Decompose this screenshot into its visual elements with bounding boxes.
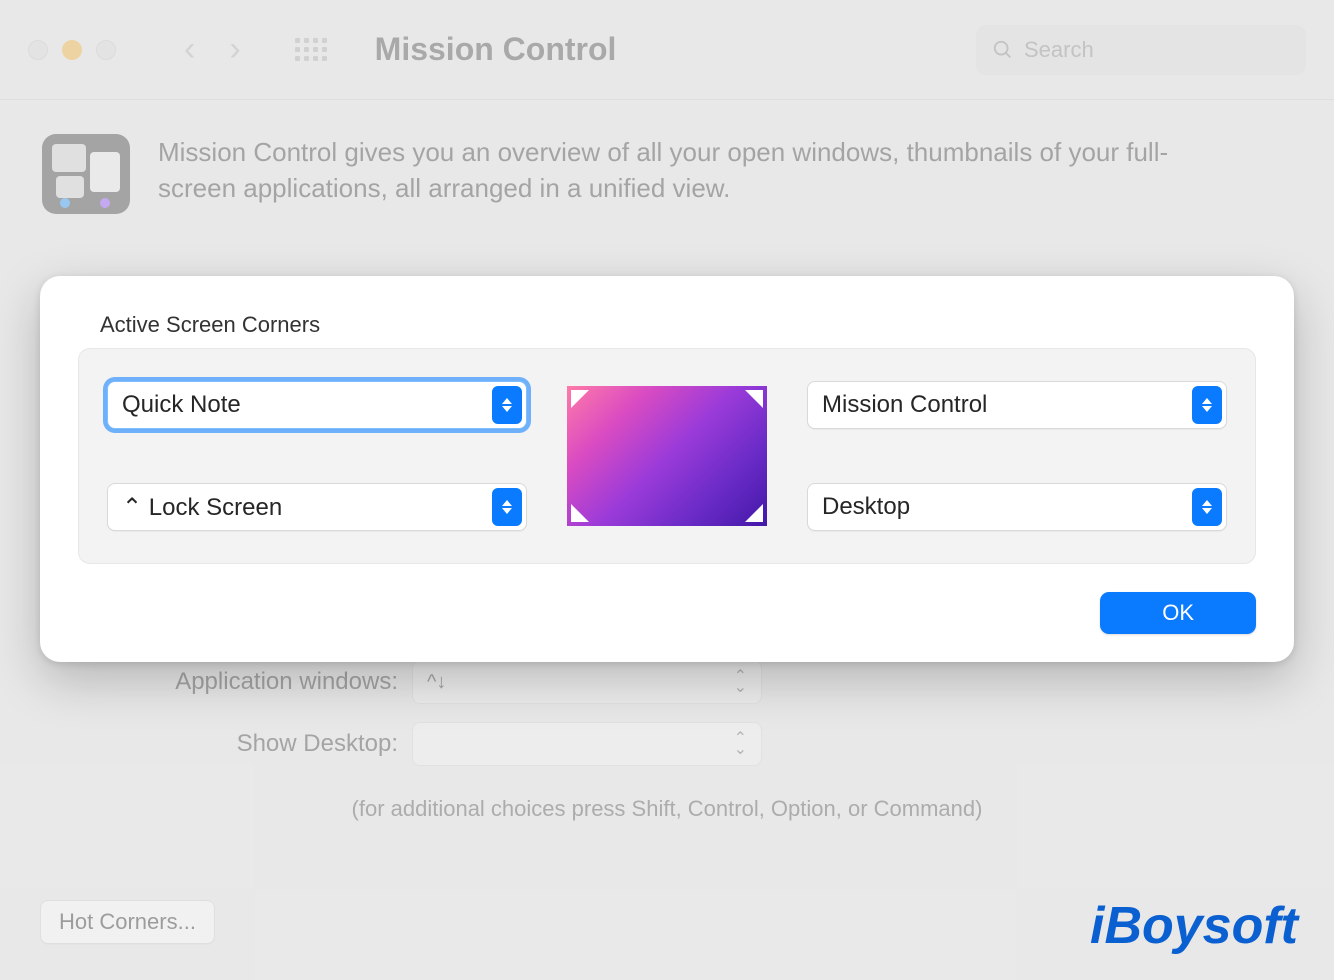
corner-top-left-select[interactable]: Quick Note bbox=[107, 381, 527, 429]
hot-corners-sheet: Active Screen Corners Quick Note Mission… bbox=[40, 276, 1294, 662]
nav-arrows: ‹ › bbox=[184, 30, 241, 69]
search-placeholder: Search bbox=[1024, 37, 1094, 63]
stepper-icon: ⌃⌄ bbox=[734, 671, 747, 693]
label-app-windows: Application windows: bbox=[42, 668, 412, 696]
forward-button[interactable]: › bbox=[229, 30, 240, 69]
screen-preview bbox=[567, 386, 767, 526]
corners-grid: Quick Note Mission Control ⌃ Lock Screen… bbox=[78, 348, 1256, 564]
preferences-window: ‹ › Mission Control Search Mission Contr… bbox=[0, 0, 1334, 980]
window-title: Mission Control bbox=[375, 31, 617, 68]
form-row-app-windows: Application windows: ^↓ ⌃⌄ bbox=[42, 660, 1292, 704]
hint-text: (for additional choices press Shift, Con… bbox=[42, 796, 1292, 822]
corner-top-right-value: Mission Control bbox=[822, 391, 987, 419]
corner-bottom-left-value: ⌃ Lock Screen bbox=[122, 493, 282, 522]
titlebar: ‹ › Mission Control Search bbox=[0, 0, 1334, 100]
header-row: Mission Control gives you an overview of… bbox=[42, 134, 1292, 214]
label-show-desktop: Show Desktop: bbox=[42, 730, 412, 758]
select-app-windows[interactable]: ^↓ ⌃⌄ bbox=[412, 660, 762, 704]
select-show-desktop[interactable]: ⌃⌄ bbox=[412, 722, 762, 766]
search-icon bbox=[992, 39, 1014, 61]
corner-marker-bottom-left bbox=[571, 504, 589, 522]
stepper-icon bbox=[1192, 386, 1222, 424]
search-field[interactable]: Search bbox=[976, 25, 1306, 75]
sheet-title: Active Screen Corners bbox=[100, 312, 1256, 338]
form-row-show-desktop: Show Desktop: ⌃⌄ bbox=[42, 722, 1292, 766]
mission-control-icon bbox=[42, 134, 130, 214]
stepper-icon bbox=[1192, 488, 1222, 526]
corner-top-right-select[interactable]: Mission Control bbox=[807, 381, 1227, 429]
corner-marker-bottom-right bbox=[745, 504, 763, 522]
stepper-icon: ⌃⌄ bbox=[734, 733, 747, 755]
zoom-window-button[interactable] bbox=[96, 40, 116, 60]
traffic-lights bbox=[28, 40, 116, 60]
ok-button[interactable]: OK bbox=[1100, 592, 1256, 634]
corner-bottom-left-select[interactable]: ⌃ Lock Screen bbox=[107, 483, 527, 531]
corner-top-left-value: Quick Note bbox=[122, 391, 241, 419]
stepper-icon bbox=[492, 488, 522, 526]
back-button[interactable]: ‹ bbox=[184, 30, 195, 69]
shortcut-form: Application windows: ^↓ ⌃⌄ Show Desktop:… bbox=[42, 660, 1292, 822]
prefs-content: Mission Control gives you an overview of… bbox=[0, 100, 1334, 278]
close-window-button[interactable] bbox=[28, 40, 48, 60]
corner-marker-top-right bbox=[745, 390, 763, 408]
corner-bottom-right-select[interactable]: Desktop bbox=[807, 483, 1227, 531]
minimize-window-button[interactable] bbox=[62, 40, 82, 60]
stepper-icon bbox=[492, 386, 522, 424]
show-all-prefs-button[interactable] bbox=[295, 38, 327, 61]
corner-bottom-right-value: Desktop bbox=[822, 493, 910, 521]
hot-corners-button[interactable]: Hot Corners... bbox=[40, 900, 215, 944]
corner-marker-top-left bbox=[571, 390, 589, 408]
sheet-footer: OK bbox=[78, 592, 1256, 634]
description-text: Mission Control gives you an overview of… bbox=[158, 134, 1218, 207]
watermark: iBoysoft bbox=[1090, 896, 1298, 956]
